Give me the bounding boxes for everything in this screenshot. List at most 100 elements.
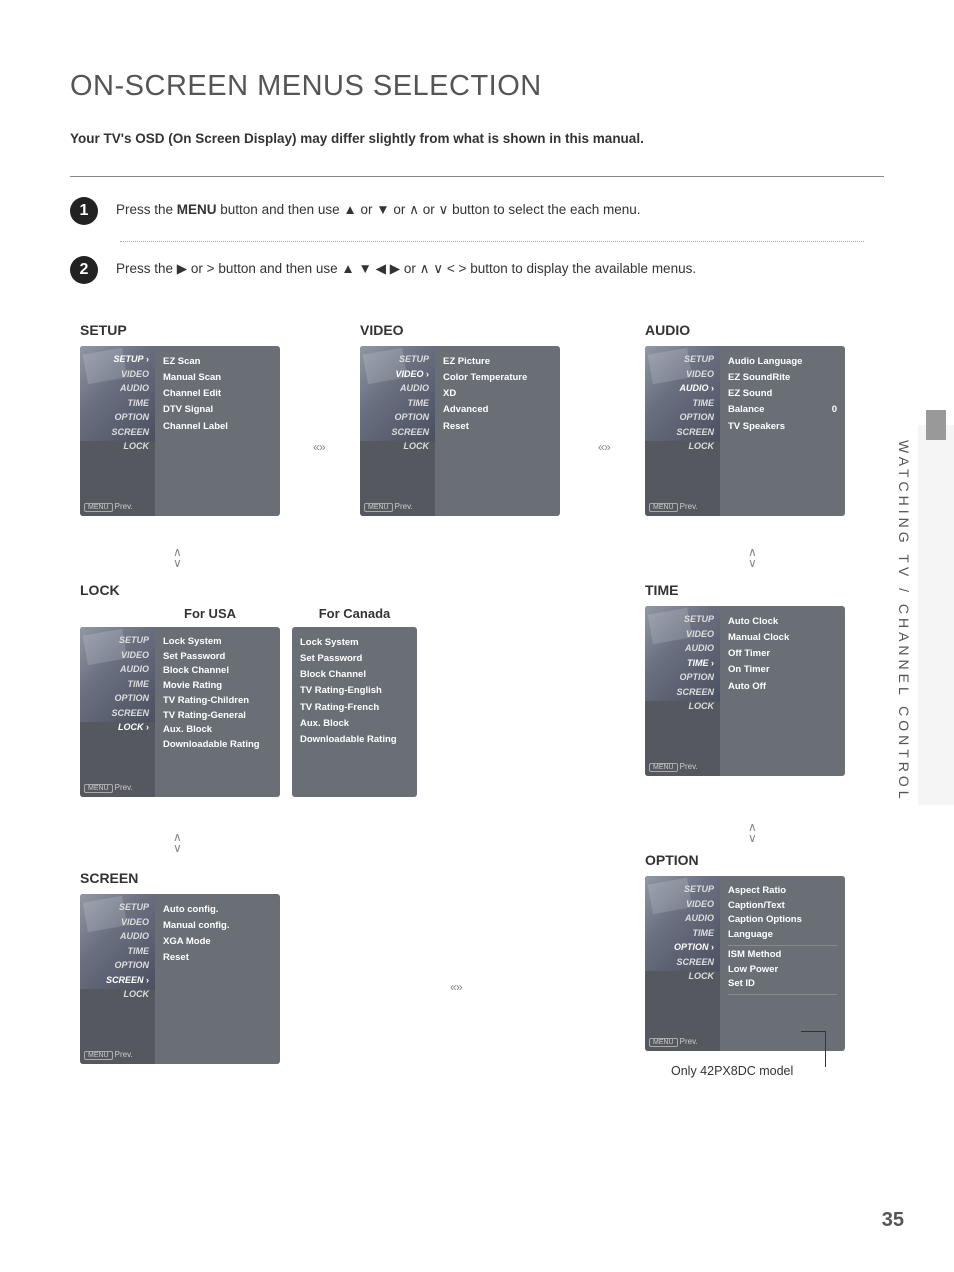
list-item: Auto config.	[163, 902, 272, 918]
nav-option: OPTION	[645, 940, 714, 955]
text: button and then use ▲ or ▼ or ∧ or ∨ but…	[217, 202, 641, 217]
nav-setup: SETUP	[80, 352, 149, 367]
osd-audio: SETUP VIDEO AUDIO TIME OPTION SCREEN LOC…	[645, 346, 845, 516]
list-item: Aspect Ratio	[728, 884, 837, 899]
nav-time: TIME	[80, 677, 149, 692]
osd-nav-list: SETUP VIDEO AUDIO TIME OPTION SCREEN LOC…	[645, 352, 720, 454]
nav-setup: SETUP	[645, 612, 714, 627]
menu-audio-title: AUDIO	[645, 322, 845, 338]
nav-video: VIDEO	[80, 915, 149, 930]
osd-screen: SETUP VIDEO AUDIO TIME OPTION SCREEN LOC…	[80, 894, 280, 1064]
osd-option-items: Aspect Ratio Caption/Text Caption Option…	[720, 876, 845, 1051]
osd-prev: MENUPrev.	[649, 1037, 698, 1047]
menu-video-title: VIDEO	[360, 322, 560, 338]
nav-audio: AUDIO	[80, 381, 149, 396]
osd-video-items: EZ Picture Color Temperature XD Advanced…	[435, 346, 560, 516]
list-item: Aux. Block	[163, 723, 272, 738]
list-item: Aux. Block	[300, 716, 409, 732]
list-item: Lock System	[163, 635, 272, 650]
nav-lock: LOCK	[645, 439, 714, 454]
lock-usa-label: For USA	[140, 606, 280, 621]
list-item: Block Channel	[163, 664, 272, 679]
menu-option: OPTION SETUP VIDEO AUDIO TIME OPTION SCR…	[645, 852, 845, 1051]
osd-audio-items: Audio Language EZ SoundRite EZ Sound Bal…	[720, 346, 845, 516]
nav-audio: AUDIO	[80, 929, 149, 944]
menu-audio: AUDIO SETUP VIDEO AUDIO TIME OPTION SCRE…	[645, 322, 845, 516]
nav-lock: LOCK	[80, 987, 149, 1002]
menu-setup: SETUP SETUP VIDEO AUDIO TIME OPTION SCRE…	[80, 322, 280, 516]
list-item: XGA Mode	[163, 934, 272, 950]
nav-setup: SETUP	[360, 352, 429, 367]
list-item: TV Rating-General	[163, 709, 272, 724]
list-item: XD	[443, 386, 552, 402]
step-1: 1 Press the MENU button and then use ▲ o…	[70, 197, 884, 235]
list-item: Manual Clock	[728, 630, 837, 646]
list-item: Block Channel	[300, 667, 409, 683]
osd-prev: MENUPrev.	[84, 783, 133, 793]
steps-list: 1 Press the MENU button and then use ▲ o…	[70, 197, 884, 294]
nav-video: VIDEO	[645, 627, 714, 642]
osd-prev: MENUPrev.	[364, 502, 413, 512]
osd-nav-list: SETUP VIDEO AUDIO TIME OPTION SCREEN LOC…	[80, 900, 155, 1002]
nav-time: TIME	[80, 944, 149, 959]
menu-time-title: TIME	[645, 582, 845, 598]
nav-screen: SCREEN	[645, 685, 714, 700]
nav-setup: SETUP	[80, 900, 149, 915]
text: Press the	[116, 202, 177, 217]
list-item: Channel Edit	[163, 386, 272, 402]
text-bold: MENU	[177, 202, 217, 217]
osd-option: SETUP VIDEO AUDIO TIME OPTION SCREEN LOC…	[645, 876, 845, 1051]
list-item: Lock System	[300, 635, 409, 651]
text: Press the ▶ or >	[116, 261, 218, 276]
list-item: Off Timer	[728, 646, 837, 662]
nav-video: VIDEO	[645, 367, 714, 382]
arrow-ud-icon: ∧∨	[173, 547, 182, 569]
list-item: On Timer	[728, 662, 837, 678]
arrow-ud-icon: ∧∨	[748, 547, 757, 569]
list-item: EZ Picture	[443, 354, 552, 370]
arrow-lr-icon	[598, 440, 609, 454]
nav-screen: SCREEN	[645, 955, 714, 970]
list-item: Auto Clock	[728, 614, 837, 630]
nav-time: TIME	[360, 396, 429, 411]
list-item: Caption Options	[728, 913, 837, 928]
list-item: Auto Off	[728, 679, 837, 695]
list-item: EZ Sound	[728, 386, 837, 402]
nav-video: VIDEO	[80, 648, 149, 663]
nav-video: VIDEO	[360, 367, 429, 382]
osd-screen-items: Auto config. Manual config. XGA Mode Res…	[155, 894, 280, 1064]
text: button and then use ▲ ▼ ◀ ▶ or ∧ ∨ < > b…	[218, 261, 696, 276]
osd-setup-items: EZ Scan Manual Scan Channel Edit DTV Sig…	[155, 346, 280, 516]
list-item: Movie Rating	[163, 679, 272, 694]
menu-option-title: OPTION	[645, 852, 845, 868]
list-item: Channel Label	[163, 419, 272, 435]
list-item: Balance0	[728, 402, 837, 418]
nav-option: OPTION	[645, 670, 714, 685]
list-item: Low Power	[728, 963, 837, 978]
side-section-label: WATCHING TV / CHANNEL CONTROL	[896, 440, 912, 803]
osd-prev: MENUPrev.	[84, 1050, 133, 1060]
menu-screen: SCREEN SETUP VIDEO AUDIO TIME OPTION SCR…	[80, 870, 280, 1064]
nav-screen: SCREEN	[645, 425, 714, 440]
list-item: Set ID	[728, 977, 837, 995]
osd-video: SETUP VIDEO AUDIO TIME OPTION SCREEN LOC…	[360, 346, 560, 516]
menu-video: VIDEO SETUP VIDEO AUDIO TIME OPTION SCRE…	[360, 322, 560, 516]
nav-lock: LOCK	[360, 439, 429, 454]
list-item: EZ Scan	[163, 354, 272, 370]
nav-video: VIDEO	[80, 367, 149, 382]
nav-time: TIME	[80, 396, 149, 411]
nav-time: TIME	[645, 926, 714, 941]
osd-setup: SETUP VIDEO AUDIO TIME OPTION SCREEN LOC…	[80, 346, 280, 516]
list-item: TV Rating-English	[300, 683, 409, 699]
osd-prev: MENUPrev.	[84, 502, 133, 512]
nav-video: VIDEO	[645, 897, 714, 912]
osd-nav-list: SETUP VIDEO AUDIO TIME OPTION SCREEN LOC…	[80, 352, 155, 454]
list-item: Audio Language	[728, 354, 837, 370]
arrow-ud-icon: ∧∨	[173, 832, 182, 854]
nav-option: OPTION	[360, 410, 429, 425]
menu-setup-title: SETUP	[80, 322, 280, 338]
nav-screen: SCREEN	[360, 425, 429, 440]
nav-audio: AUDIO	[360, 381, 429, 396]
osd-time-items: Auto Clock Manual Clock Off Timer On Tim…	[720, 606, 845, 776]
arrow-ud-icon: ∧∨	[748, 822, 757, 844]
